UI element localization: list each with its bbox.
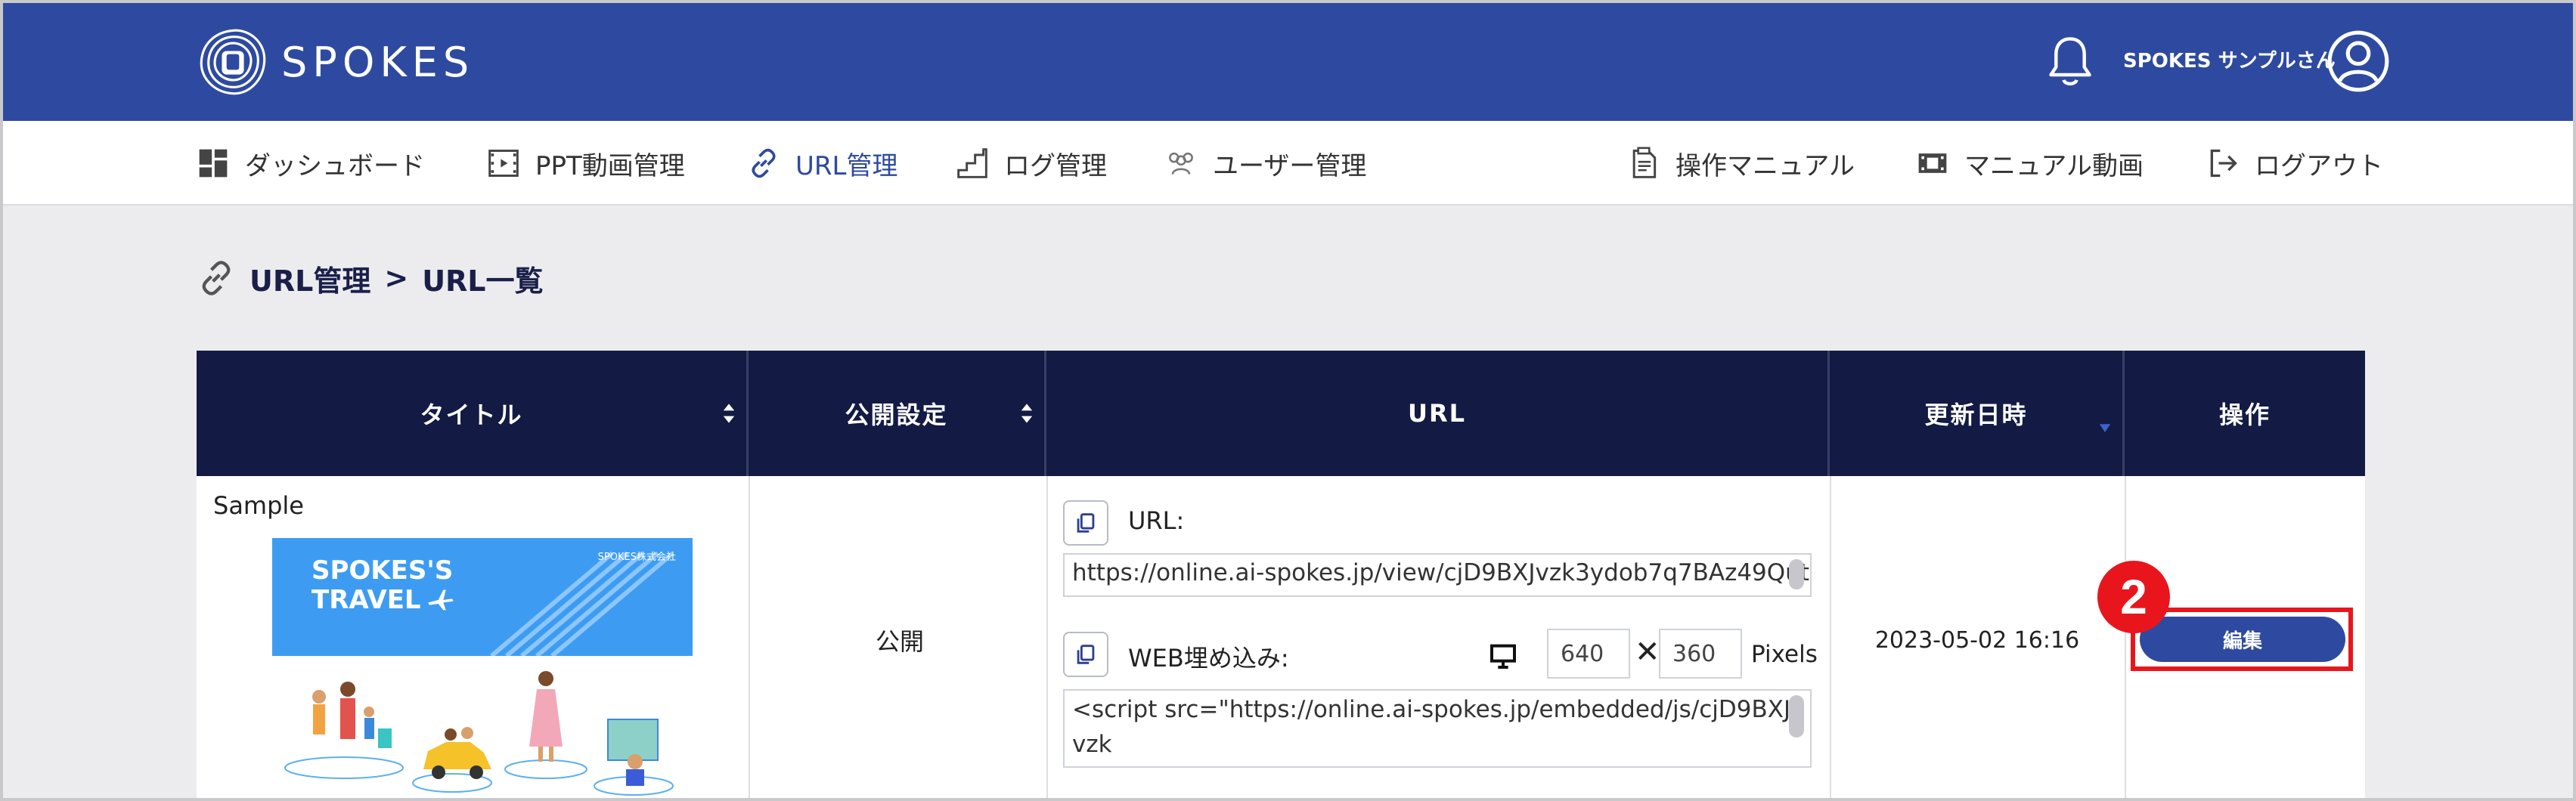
breadcrumb-current: URL一覧 bbox=[422, 264, 544, 298]
monitor-icon bbox=[1490, 644, 1516, 669]
dashboard-icon bbox=[199, 149, 228, 178]
nav-label: URL管理 bbox=[795, 150, 898, 181]
nav-item-user[interactable]: ユーザー管理 bbox=[1164, 121, 1366, 206]
width-input[interactable]: 640 bbox=[1547, 629, 1630, 679]
film-icon bbox=[488, 150, 519, 177]
nav-label: ログアウト bbox=[2255, 150, 2383, 181]
embed-scrollbar[interactable] bbox=[1789, 695, 1804, 738]
user-avatar-icon[interactable] bbox=[2326, 29, 2391, 94]
nav-label: 操作マニュアル bbox=[1675, 150, 1855, 181]
nav-item-url[interactable]: URL管理 bbox=[747, 121, 897, 206]
thumbnail-company: SPOKES株式会社 bbox=[597, 552, 676, 563]
row-title: Sample bbox=[213, 491, 304, 520]
nav-item-log[interactable]: ログ管理 bbox=[956, 121, 1107, 206]
nav-label: ユーザー管理 bbox=[1213, 150, 1367, 181]
copy-icon bbox=[1077, 645, 1095, 664]
edit-button[interactable]: 編集 bbox=[2140, 617, 2345, 662]
nav-item-manual-video[interactable]: マニュアル動画 bbox=[1916, 121, 2144, 206]
url-table: タイトル 公開設定 URL 更新日時 操作 Sample SPOKES'S TR… bbox=[197, 351, 2365, 798]
nav-label: ログ管理 bbox=[1004, 150, 1107, 181]
breadcrumb: URL管理 > URL一覧 bbox=[197, 252, 544, 304]
thumbnail-illustration bbox=[272, 656, 693, 798]
spokes-logo-icon bbox=[200, 29, 266, 95]
nav-item-dashboard[interactable]: ダッシュボード bbox=[197, 121, 425, 206]
embed-label: WEB埋め込み: bbox=[1128, 644, 1289, 673]
updated-datetime: 2023-05-02 16:16 bbox=[1874, 626, 2080, 654]
video-thumbnail[interactable]: SPOKES'S TRAVEL SPOKES株式会社 bbox=[272, 538, 693, 798]
link-icon bbox=[202, 261, 231, 295]
height-input[interactable]: 360 bbox=[1659, 629, 1742, 679]
column-header-public[interactable]: 公開設定 bbox=[749, 351, 1046, 476]
nav-item-manual[interactable]: 操作マニュアル bbox=[1627, 121, 1855, 206]
column-header-actions: 操作 bbox=[2218, 400, 2271, 429]
main-nav: ダッシュボード PPT動画管理 URL管理 ログ管理 ユーザー管理 操作マニュア… bbox=[3, 121, 2573, 206]
thumbnail-banner: SPOKES'S TRAVEL SPOKES株式会社 bbox=[272, 538, 693, 656]
travelers-illustration bbox=[284, 671, 674, 796]
pixels-label: Pixels bbox=[1751, 641, 1818, 668]
airplane-icon bbox=[427, 589, 454, 611]
public-status: 公開 bbox=[875, 627, 924, 656]
nav-label: PPT動画管理 bbox=[535, 150, 685, 181]
nav-item-ppt-video[interactable]: PPT動画管理 bbox=[487, 121, 685, 206]
breadcrumb-parent[interactable]: URL管理 bbox=[250, 258, 370, 299]
table-row: Sample SPOKES'S TRAVEL SPOKES株式会社 公開 URL… bbox=[197, 476, 2365, 798]
column-header-updated[interactable]: 更新日時 bbox=[1830, 351, 2125, 476]
logout-icon bbox=[2210, 149, 2237, 178]
embed-code-field[interactable]: <script src="https://online.ai-spokes.jp… bbox=[1063, 689, 1812, 768]
sort-icon bbox=[723, 404, 735, 423]
copy-url-button[interactable] bbox=[1063, 500, 1108, 546]
nav-item-logout[interactable]: ログアウト bbox=[2206, 121, 2383, 206]
document-icon bbox=[1632, 147, 1657, 178]
copy-embed-button[interactable] bbox=[1063, 632, 1108, 677]
sort-icon bbox=[1021, 404, 1033, 423]
column-divider bbox=[749, 476, 750, 798]
bell-icon[interactable] bbox=[2044, 33, 2096, 91]
breadcrumb-separator: > bbox=[384, 261, 409, 295]
app-window: SPOKES SPOKES サンプルさん ダッシュボード PPT動画管理 URL… bbox=[0, 0, 2576, 801]
sort-desc-icon bbox=[2099, 424, 2111, 432]
column-header-url: URL bbox=[1046, 351, 1830, 476]
column-divider bbox=[2125, 476, 2126, 798]
top-header: SPOKES SPOKES サンプルさん bbox=[3, 3, 2573, 121]
video-icon bbox=[1918, 153, 1947, 173]
url-label: URL: bbox=[1128, 506, 1185, 535]
username-label: SPOKES サンプルさん bbox=[2123, 50, 2336, 73]
thumbnail-title: SPOKES'S TRAVEL bbox=[312, 556, 456, 615]
logo-text: SPOKES bbox=[281, 38, 475, 86]
times-sign: ✕ bbox=[1635, 635, 1660, 670]
step-number-badge: 2 bbox=[2097, 561, 2170, 633]
table-header: タイトル 公開設定 URL 更新日時 操作 bbox=[197, 351, 2365, 476]
nav-label: ダッシュボード bbox=[245, 150, 425, 181]
column-header-title[interactable]: タイトル bbox=[197, 351, 749, 476]
nav-label: マニュアル動画 bbox=[1964, 150, 2144, 181]
logo[interactable]: SPOKES bbox=[194, 20, 474, 104]
link-icon bbox=[752, 148, 776, 178]
copy-icon bbox=[1077, 513, 1095, 533]
users-icon bbox=[1169, 152, 1193, 175]
url-field[interactable]: https://online.ai-spokes.jp/view/cjD9BXJ… bbox=[1063, 553, 1812, 597]
url-scrollbar[interactable] bbox=[1789, 559, 1804, 589]
stairs-icon bbox=[957, 148, 987, 178]
